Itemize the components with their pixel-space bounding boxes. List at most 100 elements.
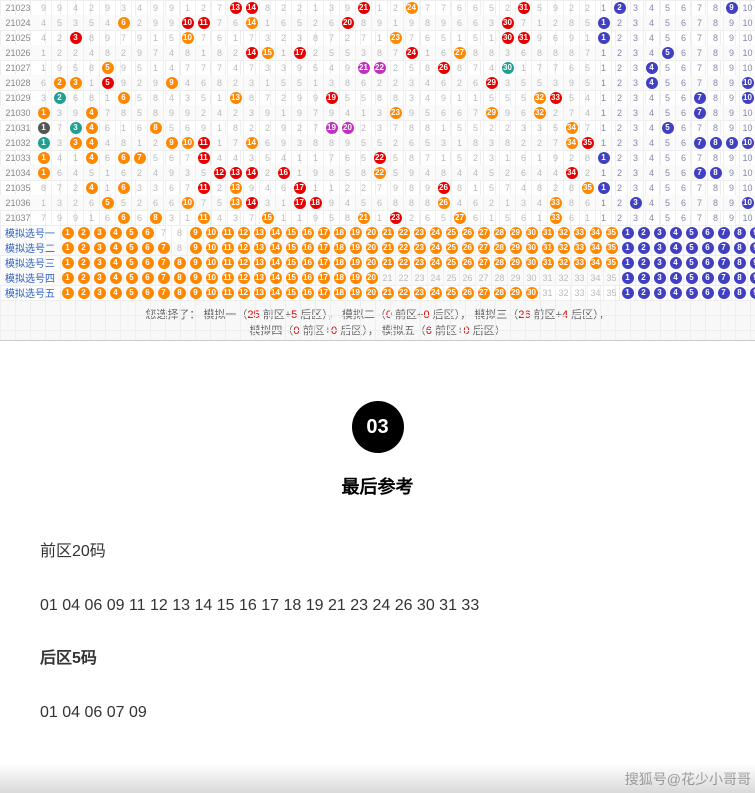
- sim-ball-back[interactable]: 7: [718, 242, 730, 254]
- sim-ball[interactable]: 12: [238, 272, 250, 284]
- cell[interactable]: 7: [156, 270, 172, 285]
- sim-ball[interactable]: 13: [254, 242, 266, 254]
- sim-ball[interactable]: 27: [478, 227, 490, 239]
- sim-ball[interactable]: 2: [78, 287, 90, 299]
- cell[interactable]: 33: [572, 225, 588, 240]
- sim-ball[interactable]: 6: [142, 257, 154, 269]
- cell[interactable]: 11: [220, 285, 236, 300]
- cell[interactable]: 1: [60, 240, 76, 255]
- sim-ball[interactable]: 21: [382, 227, 394, 239]
- sim-ball[interactable]: 15: [286, 272, 298, 284]
- sim-ball[interactable]: 6: [142, 287, 154, 299]
- sim-ball[interactable]: 28: [494, 227, 506, 239]
- cell[interactable]: 34: [588, 285, 604, 300]
- sim-ball[interactable]: 29: [510, 257, 522, 269]
- cell[interactable]: 2: [76, 270, 92, 285]
- cell[interactable]: 23: [412, 240, 428, 255]
- cell[interactable]: 27: [476, 225, 492, 240]
- sim-ball[interactable]: 24: [430, 257, 442, 269]
- sim-ball[interactable]: 11: [222, 272, 234, 284]
- cell[interactable]: 3: [92, 270, 108, 285]
- cell[interactable]: 21: [380, 285, 396, 300]
- cell[interactable]: 12: [236, 255, 252, 270]
- sim-ball[interactable]: 9: [190, 257, 202, 269]
- cell[interactable]: 29: [508, 270, 524, 285]
- sim-ball[interactable]: 35: [606, 227, 618, 239]
- sim-ball[interactable]: 15: [286, 242, 298, 254]
- sim-ball-back[interactable]: 7: [718, 287, 730, 299]
- cell[interactable]: 6: [700, 240, 716, 255]
- sim-ball[interactable]: 33: [574, 227, 586, 239]
- sim-ball[interactable]: 28: [494, 287, 506, 299]
- cell[interactable]: 6: [140, 285, 156, 300]
- sim-ball[interactable]: 1: [62, 257, 74, 269]
- sim-ball[interactable]: 17: [318, 257, 330, 269]
- sim-ball[interactable]: 16: [302, 242, 314, 254]
- sim-ball[interactable]: 16: [302, 287, 314, 299]
- cell[interactable]: 2: [76, 255, 92, 270]
- cell[interactable]: 7: [156, 285, 172, 300]
- sim-ball[interactable]: 17: [318, 242, 330, 254]
- cell[interactable]: 24: [428, 285, 444, 300]
- cell[interactable]: 19: [348, 285, 364, 300]
- sim-ball-back[interactable]: 2: [638, 257, 650, 269]
- cell[interactable]: 6: [140, 240, 156, 255]
- sim-ball[interactable]: 31: [542, 242, 554, 254]
- cell[interactable]: 8: [172, 285, 188, 300]
- sim-ball[interactable]: 18: [334, 257, 346, 269]
- cell[interactable]: 3: [652, 270, 668, 285]
- sim-ball[interactable]: 13: [254, 272, 266, 284]
- sim-ball[interactable]: 32: [558, 257, 570, 269]
- cell[interactable]: 24: [428, 255, 444, 270]
- sim-ball[interactable]: 20: [366, 257, 378, 269]
- sim-ball[interactable]: 26: [462, 227, 474, 239]
- cell[interactable]: 20: [364, 270, 380, 285]
- cell[interactable]: 18: [332, 270, 348, 285]
- cell[interactable]: 12: [236, 225, 252, 240]
- sim-ball[interactable]: 13: [254, 287, 266, 299]
- sim-ball[interactable]: 21: [382, 257, 394, 269]
- sim-ball[interactable]: 22: [398, 242, 410, 254]
- cell[interactable]: 28: [492, 240, 508, 255]
- sim-ball[interactable]: 7: [158, 242, 170, 254]
- cell[interactable]: 28: [492, 255, 508, 270]
- sim-ball[interactable]: 2: [78, 242, 90, 254]
- sim-ball-back[interactable]: 1: [622, 242, 634, 254]
- cell[interactable]: 20: [364, 240, 380, 255]
- cell[interactable]: 30: [524, 225, 540, 240]
- sim-ball[interactable]: 2: [78, 227, 90, 239]
- cell[interactable]: 11: [220, 255, 236, 270]
- cell[interactable]: 15: [284, 270, 300, 285]
- cell[interactable]: 33: [572, 270, 588, 285]
- cell[interactable]: 27: [476, 270, 492, 285]
- sim-ball[interactable]: 6: [142, 242, 154, 254]
- cell[interactable]: 1: [60, 285, 76, 300]
- cell[interactable]: 16: [300, 240, 316, 255]
- sim-ball[interactable]: 7: [158, 272, 170, 284]
- sim-ball[interactable]: 5: [126, 227, 138, 239]
- sim-ball[interactable]: 16: [302, 257, 314, 269]
- sim-ball[interactable]: 27: [478, 287, 490, 299]
- sim-ball[interactable]: 25: [446, 227, 458, 239]
- cell[interactable]: 26: [460, 255, 476, 270]
- sim-ball-back[interactable]: 3: [654, 272, 666, 284]
- sim-ball-back[interactable]: 6: [702, 272, 714, 284]
- cell[interactable]: 5: [684, 270, 700, 285]
- sim-ball[interactable]: 5: [126, 272, 138, 284]
- sim-ball[interactable]: 4: [110, 227, 122, 239]
- cell[interactable]: 33: [572, 240, 588, 255]
- cell[interactable]: 1: [620, 255, 636, 270]
- sim-ball[interactable]: 33: [574, 257, 586, 269]
- sim-ball[interactable]: 14: [270, 257, 282, 269]
- sim-ball-back[interactable]: 9: [750, 272, 755, 284]
- sim-ball-back[interactable]: 4: [670, 257, 682, 269]
- cell[interactable]: 15: [284, 285, 300, 300]
- cell[interactable]: 4: [108, 255, 124, 270]
- cell[interactable]: 9: [188, 285, 204, 300]
- cell[interactable]: 2: [636, 240, 652, 255]
- cell[interactable]: 1: [620, 240, 636, 255]
- cell[interactable]: 22: [396, 240, 412, 255]
- cell[interactable]: 4: [108, 225, 124, 240]
- sim-ball-back[interactable]: 4: [670, 287, 682, 299]
- sim-ball[interactable]: 26: [462, 242, 474, 254]
